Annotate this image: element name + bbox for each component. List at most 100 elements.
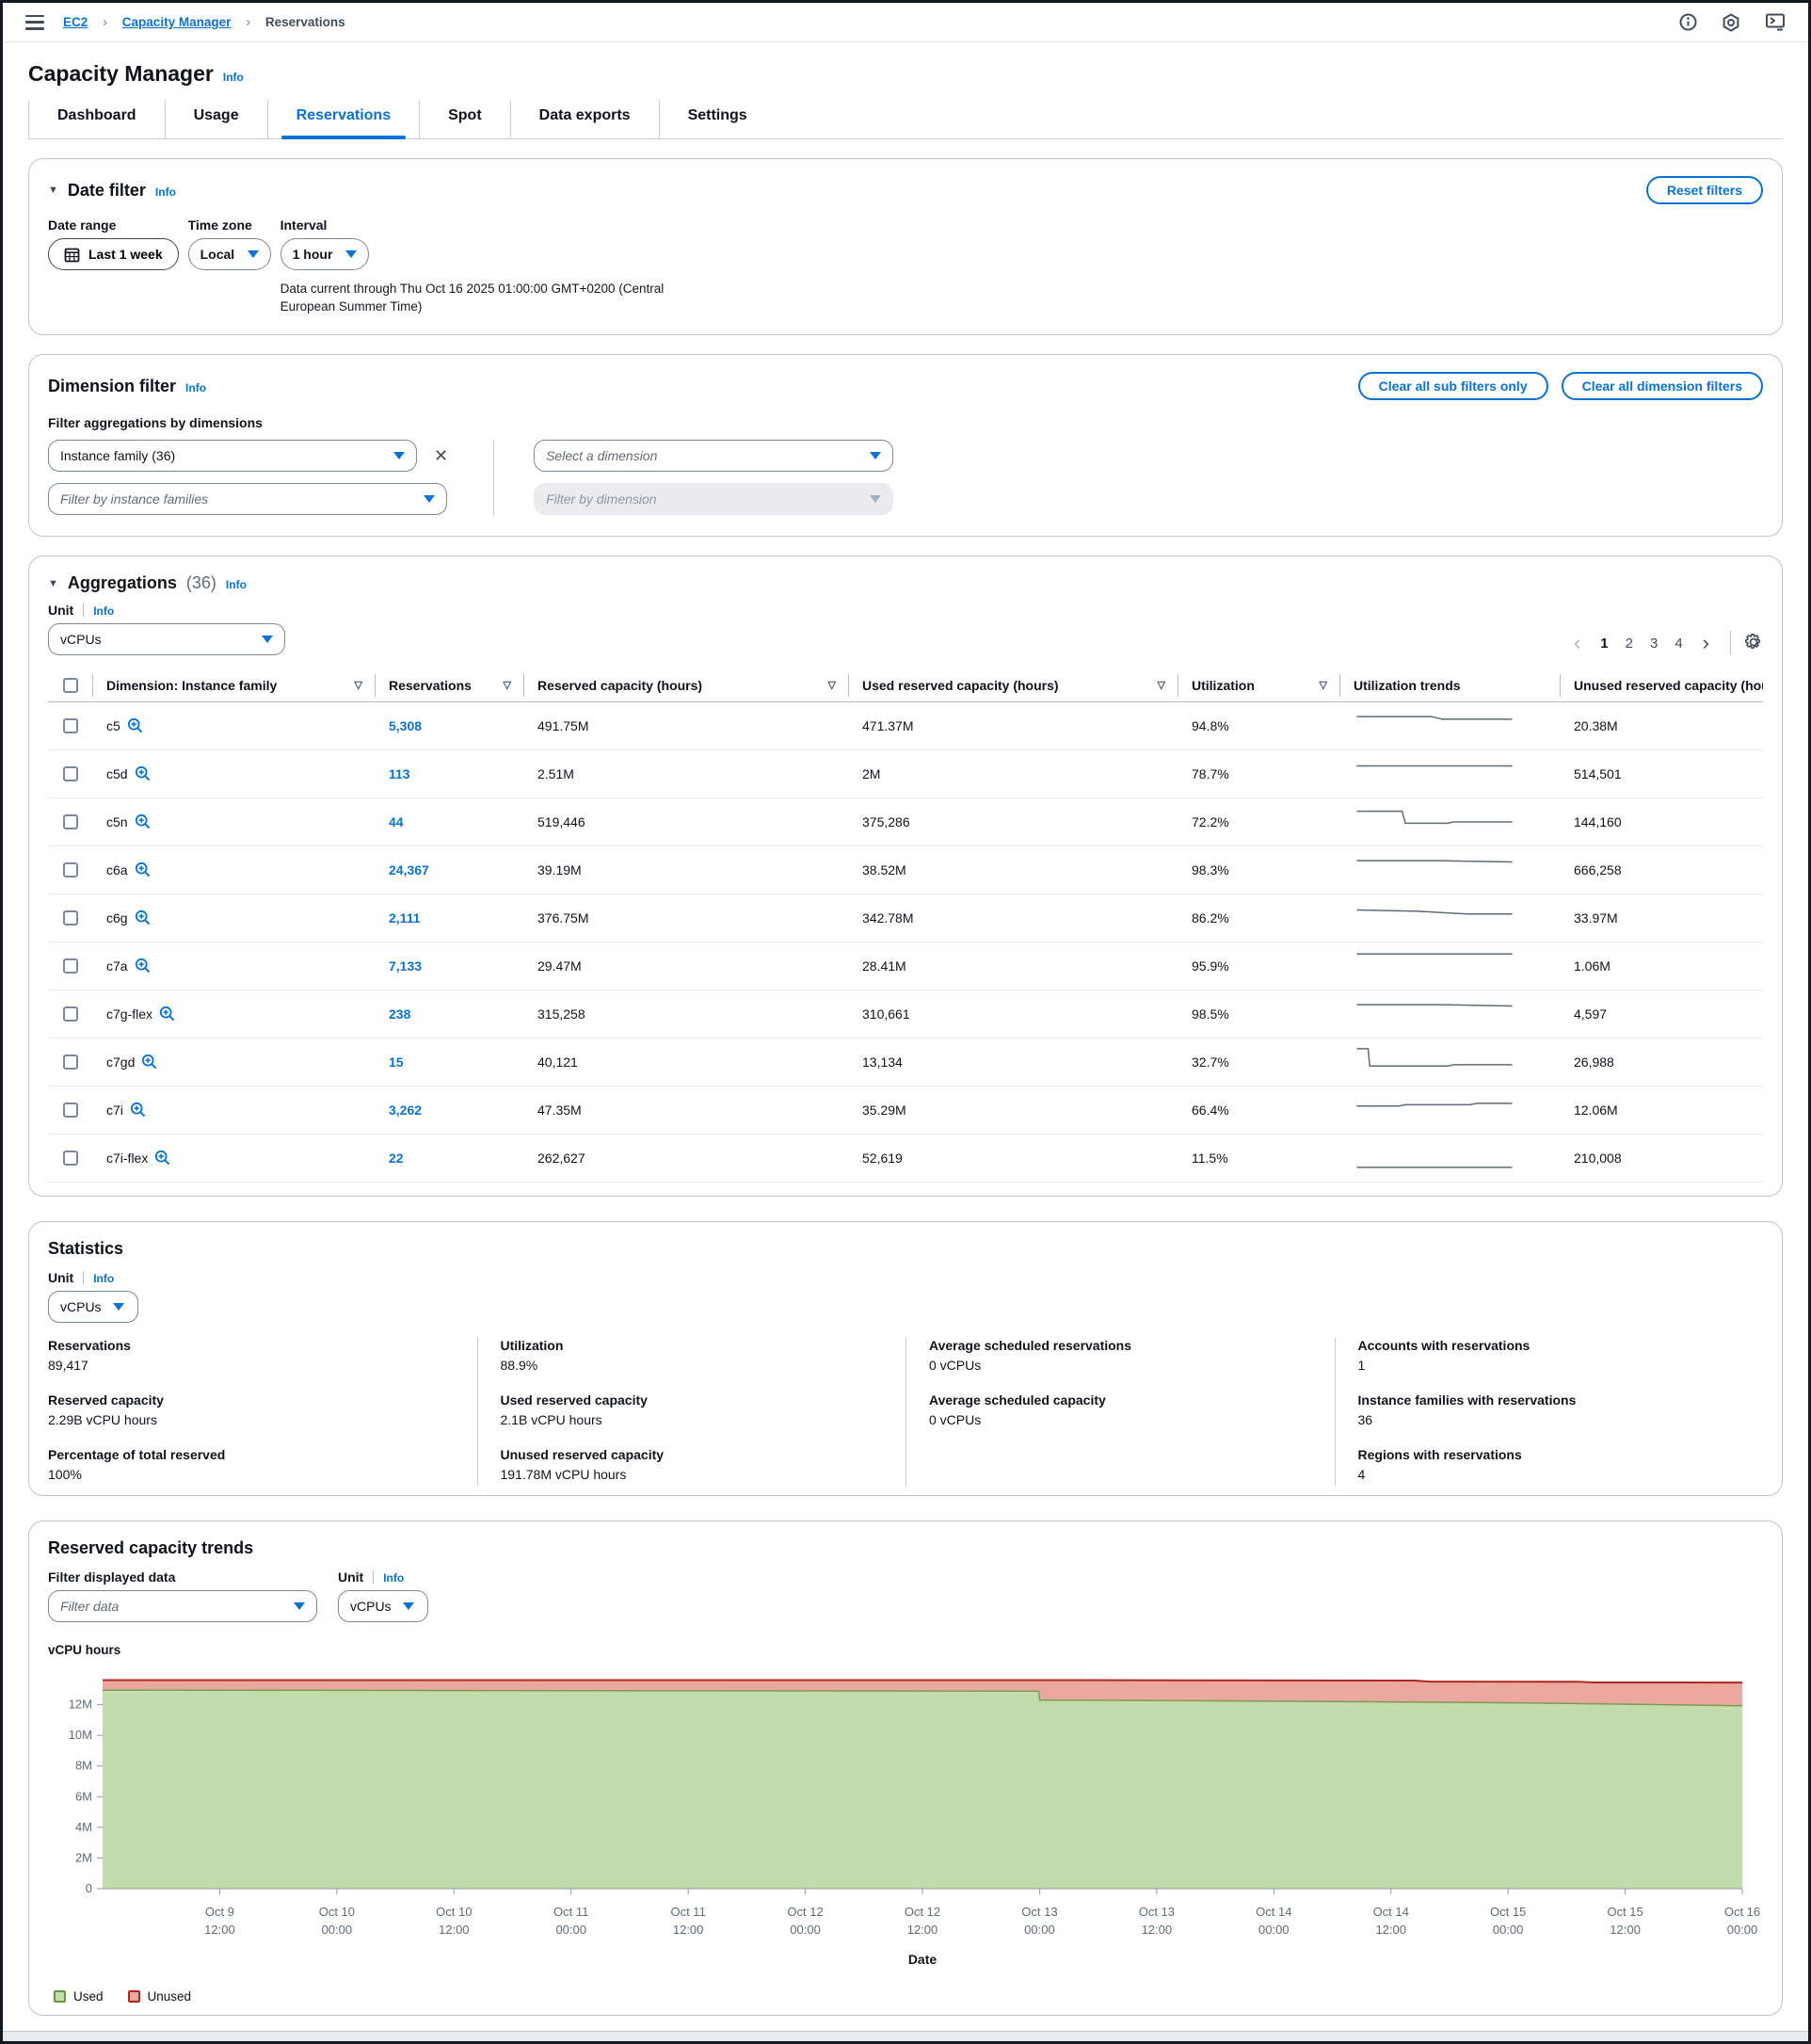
- utilization-trend-sparkline: [1354, 710, 1515, 742]
- select-all-checkbox[interactable]: [63, 678, 78, 693]
- reset-filters-button[interactable]: Reset filters: [1646, 176, 1763, 204]
- collapse-arrow-icon[interactable]: ▼: [48, 185, 58, 196]
- zoom-in-icon[interactable]: [135, 813, 152, 830]
- clear-sub-filters-button[interactable]: Clear all sub filters only: [1358, 372, 1548, 400]
- utilization-trend-sparkline: [1354, 758, 1515, 790]
- zoom-in-icon[interactable]: [154, 1150, 171, 1167]
- unit-info-link[interactable]: Info: [93, 604, 114, 618]
- trend-unit-select[interactable]: vCPUs: [338, 1590, 428, 1622]
- aggregations-info-link[interactable]: Info: [226, 578, 247, 591]
- row-checkbox[interactable]: [63, 910, 78, 925]
- stats-unit-select[interactable]: vCPUs: [48, 1291, 138, 1323]
- row-checkbox[interactable]: [63, 766, 78, 781]
- row-checkbox[interactable]: [63, 958, 78, 974]
- instance-family-sub-filter-select[interactable]: Filter by instance families: [48, 483, 447, 515]
- legend-item[interactable]: Used: [54, 1989, 104, 2004]
- date-range-picker[interactable]: Last 1 week: [48, 238, 179, 270]
- cloudshell-icon[interactable]: [1765, 13, 1786, 31]
- stats-unit-info-link[interactable]: Info: [93, 1272, 114, 1285]
- zoom-in-icon[interactable]: [141, 1054, 158, 1070]
- zoom-in-icon[interactable]: [130, 1102, 147, 1119]
- stats-column-2: Utilization88.9% Used reserved capacity2…: [477, 1338, 906, 1486]
- tab[interactable]: Data exports: [510, 100, 659, 138]
- hamburger-menu-icon[interactable]: [25, 15, 44, 30]
- column-header-used-reserved-capacity[interactable]: Used reserved capacity (hours)▽: [849, 672, 1178, 699]
- zoom-in-icon[interactable]: [135, 958, 152, 974]
- tab[interactable]: Spot: [419, 100, 510, 138]
- trend-unit-info-link[interactable]: Info: [383, 1571, 404, 1585]
- zoom-in-icon[interactable]: [159, 1006, 176, 1022]
- trend-filter-select[interactable]: Filter data: [48, 1590, 317, 1622]
- stat-value: 2.29B vCPU hours: [48, 1412, 455, 1427]
- time-zone-select[interactable]: Local: [188, 238, 271, 270]
- settings-gear-icon[interactable]: [1722, 13, 1740, 32]
- row-checkbox[interactable]: [63, 814, 78, 829]
- svg-text:Oct 10: Oct 10: [436, 1905, 472, 1919]
- dimension-filter-info-link[interactable]: Info: [185, 381, 206, 394]
- chevron-down-icon: [345, 250, 357, 258]
- next-page-button[interactable]: ›: [1695, 633, 1717, 653]
- row-checkbox[interactable]: [63, 1006, 78, 1022]
- table-header-row: Dimension: Instance family▽ Reservations…: [48, 668, 1763, 702]
- reservations-count-link[interactable]: 113: [376, 766, 524, 781]
- svg-text:12:00: 12:00: [439, 1923, 470, 1937]
- breadcrumb-ec2-link[interactable]: EC2: [63, 15, 88, 29]
- stat-value: 36: [1358, 1412, 1741, 1427]
- column-header-dimension[interactable]: Dimension: Instance family▽: [93, 672, 376, 699]
- row-checkbox[interactable]: [63, 1151, 78, 1166]
- reservations-count-link[interactable]: 2,111: [376, 910, 524, 925]
- collapse-arrow-icon[interactable]: ▼: [48, 578, 58, 589]
- legend-item[interactable]: Unused: [128, 1989, 192, 2004]
- dimension-select[interactable]: Instance family (36): [48, 440, 417, 472]
- previous-page-button[interactable]: ‹: [1566, 633, 1588, 653]
- page-title-info-link[interactable]: Info: [223, 71, 244, 84]
- breadcrumb-capacity-manager-link[interactable]: Capacity Manager: [122, 15, 232, 29]
- zoom-in-icon[interactable]: [135, 861, 152, 878]
- row-checkbox[interactable]: [63, 718, 78, 733]
- unit-select[interactable]: vCPUs: [48, 623, 285, 655]
- page-number-button[interactable]: 4: [1666, 632, 1691, 655]
- reservations-count-link[interactable]: 24,367: [376, 862, 524, 877]
- row-checkbox[interactable]: [63, 862, 78, 877]
- row-checkbox[interactable]: [63, 1102, 78, 1118]
- stat-label: Regions with reservations: [1358, 1447, 1741, 1462]
- svg-text:12:00: 12:00: [1142, 1923, 1173, 1937]
- row-checkbox[interactable]: [63, 1054, 78, 1070]
- zoom-in-icon[interactable]: [135, 909, 152, 926]
- remove-dimension-icon[interactable]: ✕: [430, 445, 452, 466]
- select-dimension-select[interactable]: Select a dimension: [534, 440, 893, 472]
- column-header-reservations[interactable]: Reservations▽: [376, 672, 524, 699]
- page-number-button[interactable]: 2: [1617, 632, 1642, 655]
- tab[interactable]: Settings: [659, 100, 776, 138]
- reservations-count-link[interactable]: 5,308: [376, 718, 524, 733]
- reservations-count-link[interactable]: 15: [376, 1054, 524, 1070]
- stat-label: Average scheduled reservations: [929, 1338, 1312, 1353]
- tab[interactable]: Usage: [165, 100, 267, 138]
- filter-aggregations-label: Filter aggregations by dimensions: [48, 415, 1763, 430]
- chevron-down-icon: [294, 1602, 305, 1610]
- zoom-in-icon[interactable]: [127, 717, 144, 734]
- page-number-button[interactable]: 3: [1642, 632, 1666, 655]
- table-preferences-gear-icon[interactable]: [1744, 633, 1763, 654]
- clear-dimension-filters-button[interactable]: Clear all dimension filters: [1562, 372, 1763, 400]
- reservations-count-link[interactable]: 7,133: [376, 958, 524, 974]
- column-header-utilization[interactable]: Utilization▽: [1178, 672, 1340, 699]
- column-header-reserved-capacity[interactable]: Reserved capacity (hours)▽: [524, 672, 849, 699]
- used-reserved-capacity-value: 35.29M: [849, 1102, 1178, 1118]
- tab[interactable]: Dashboard: [28, 100, 165, 138]
- date-range-field: Date range Last 1 week: [48, 217, 179, 270]
- info-icon[interactable]: [1679, 13, 1697, 31]
- page-number-button[interactable]: 1: [1592, 632, 1616, 655]
- reservations-count-link[interactable]: 22: [376, 1151, 524, 1166]
- reserved-capacity-value: 39.19M: [524, 862, 849, 877]
- interval-select[interactable]: 1 hour: [280, 238, 369, 270]
- page-title: Capacity Manager: [28, 61, 214, 87]
- used-reserved-capacity-value: 52,619: [849, 1151, 1178, 1166]
- utilization-value: 11.5%: [1178, 1151, 1340, 1166]
- reservations-count-link[interactable]: 3,262: [376, 1102, 524, 1118]
- tab[interactable]: Reservations: [267, 100, 420, 138]
- reservations-count-link[interactable]: 44: [376, 814, 524, 829]
- date-filter-info-link[interactable]: Info: [155, 185, 176, 199]
- reservations-count-link[interactable]: 238: [376, 1006, 524, 1022]
- zoom-in-icon[interactable]: [135, 765, 152, 782]
